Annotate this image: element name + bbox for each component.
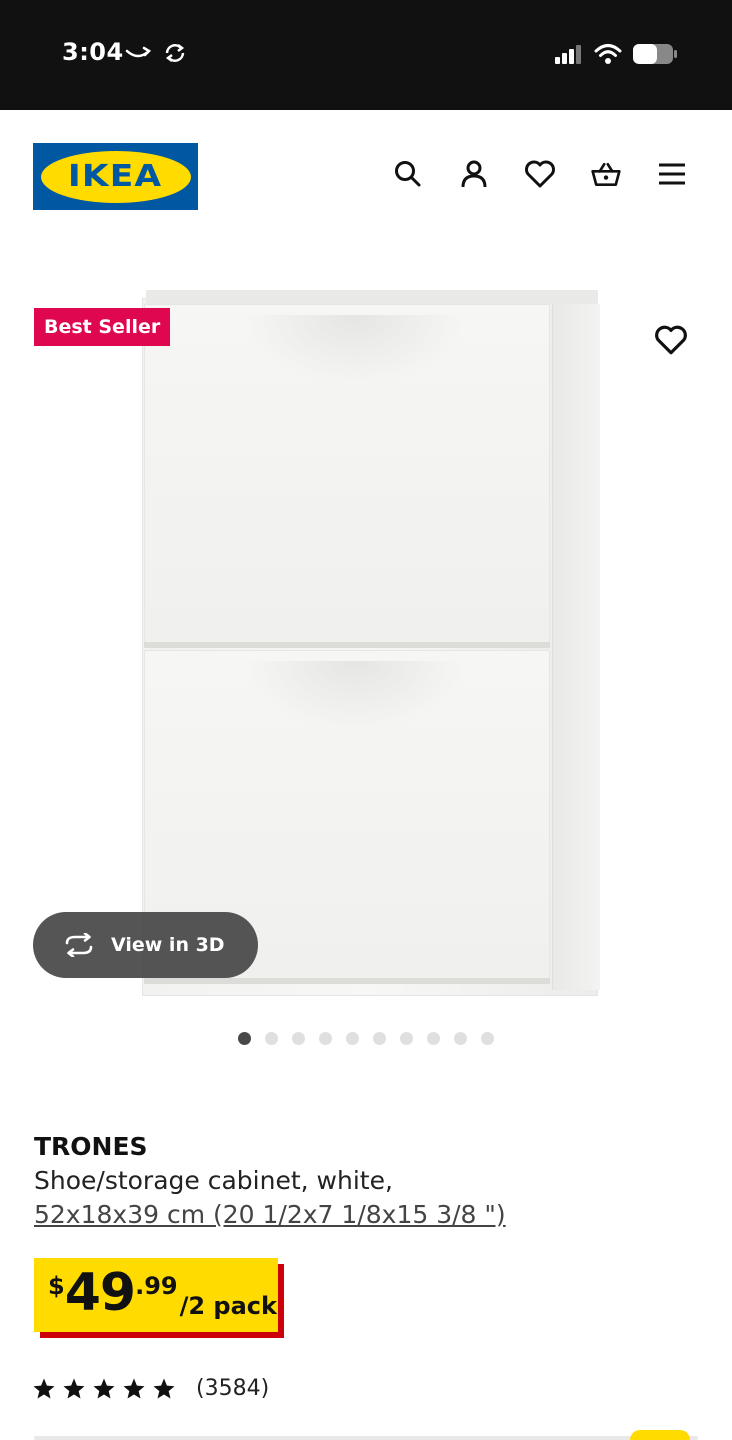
view-in-3d-button[interactable]: View in 3D xyxy=(33,912,258,978)
product-image xyxy=(140,290,600,1000)
heart-icon xyxy=(655,325,687,355)
door-handle-shade xyxy=(245,315,465,385)
add-to-favorites-button[interactable] xyxy=(654,324,688,358)
door-gap xyxy=(144,978,550,984)
heart-icon xyxy=(525,160,555,188)
product-dimensions-link[interactable]: 52x18x39 cm (20 1/2x7 1/8x15 3/8 ") xyxy=(34,1200,506,1229)
price-integer: 49 xyxy=(64,1263,136,1323)
best-seller-badge: Best Seller xyxy=(34,308,171,346)
price-currency: $ xyxy=(48,1272,65,1300)
menu-icon xyxy=(659,163,685,185)
status-time: 3:04 xyxy=(62,38,124,66)
gallery-pagination xyxy=(0,1032,732,1045)
status-left-icons xyxy=(124,40,188,66)
wishlist-button[interactable] xyxy=(524,158,556,190)
header-nav-icons xyxy=(392,158,688,190)
price-unit: /2 pack xyxy=(179,1292,277,1320)
gallery-dot[interactable] xyxy=(346,1032,359,1045)
cabinet-door-top xyxy=(144,304,550,644)
rating-count: (3584) xyxy=(196,1376,270,1401)
logo-text: IKEA xyxy=(68,159,163,194)
account-icon xyxy=(461,160,487,188)
price-box: $ 49 .99 /2 pack xyxy=(34,1258,278,1332)
star-icon xyxy=(153,1378,175,1398)
logo-oval: IKEA xyxy=(40,150,191,203)
status-right-icons xyxy=(554,42,678,66)
next-section-edge xyxy=(34,1436,698,1440)
star-icon xyxy=(123,1378,145,1398)
product-rating[interactable]: (3584) xyxy=(32,1376,269,1401)
rotate-3d-icon xyxy=(65,933,93,957)
price-decimal: .99 xyxy=(135,1272,178,1300)
signal-icon xyxy=(555,45,581,64)
floating-action-edge[interactable] xyxy=(630,1430,690,1440)
wifi-icon xyxy=(594,44,622,64)
search-icon xyxy=(395,161,421,187)
gallery-dot[interactable] xyxy=(292,1032,305,1045)
gallery-dot[interactable] xyxy=(400,1032,413,1045)
gallery-dot[interactable] xyxy=(265,1032,278,1045)
price-tag: $ 49 .99 /2 pack xyxy=(34,1258,284,1338)
star-icon xyxy=(63,1378,85,1398)
door-gap xyxy=(144,642,550,648)
view-in-3d-label: View in 3D xyxy=(111,934,225,956)
product-name: TRONES xyxy=(34,1132,148,1161)
gallery-dot[interactable] xyxy=(238,1032,251,1045)
basket-button[interactable] xyxy=(590,158,622,190)
door-handle-shade xyxy=(245,661,465,731)
battery-icon xyxy=(633,44,677,64)
basket-icon xyxy=(591,162,621,186)
gallery-dot[interactable] xyxy=(427,1032,440,1045)
star-icon xyxy=(93,1378,115,1398)
site-header: IKEA xyxy=(0,110,732,230)
gallery-dot[interactable] xyxy=(319,1032,332,1045)
sync-icon xyxy=(165,44,185,62)
search-button[interactable] xyxy=(392,158,424,190)
arc-icon xyxy=(125,46,152,58)
account-button[interactable] xyxy=(458,158,490,190)
cabinet-top xyxy=(146,290,598,304)
product-description: Shoe/storage cabinet, white, xyxy=(34,1166,393,1195)
star-icon xyxy=(33,1378,55,1398)
ikea-logo[interactable]: IKEA xyxy=(33,143,198,210)
gallery-dot[interactable] xyxy=(454,1032,467,1045)
status-bar: 3:04 xyxy=(0,0,732,110)
product-media-gallery[interactable]: Best Seller View in 3D xyxy=(0,260,732,1060)
gallery-dot[interactable] xyxy=(481,1032,494,1045)
cabinet-side xyxy=(552,304,600,990)
menu-button[interactable] xyxy=(656,158,688,190)
gallery-dot[interactable] xyxy=(373,1032,386,1045)
